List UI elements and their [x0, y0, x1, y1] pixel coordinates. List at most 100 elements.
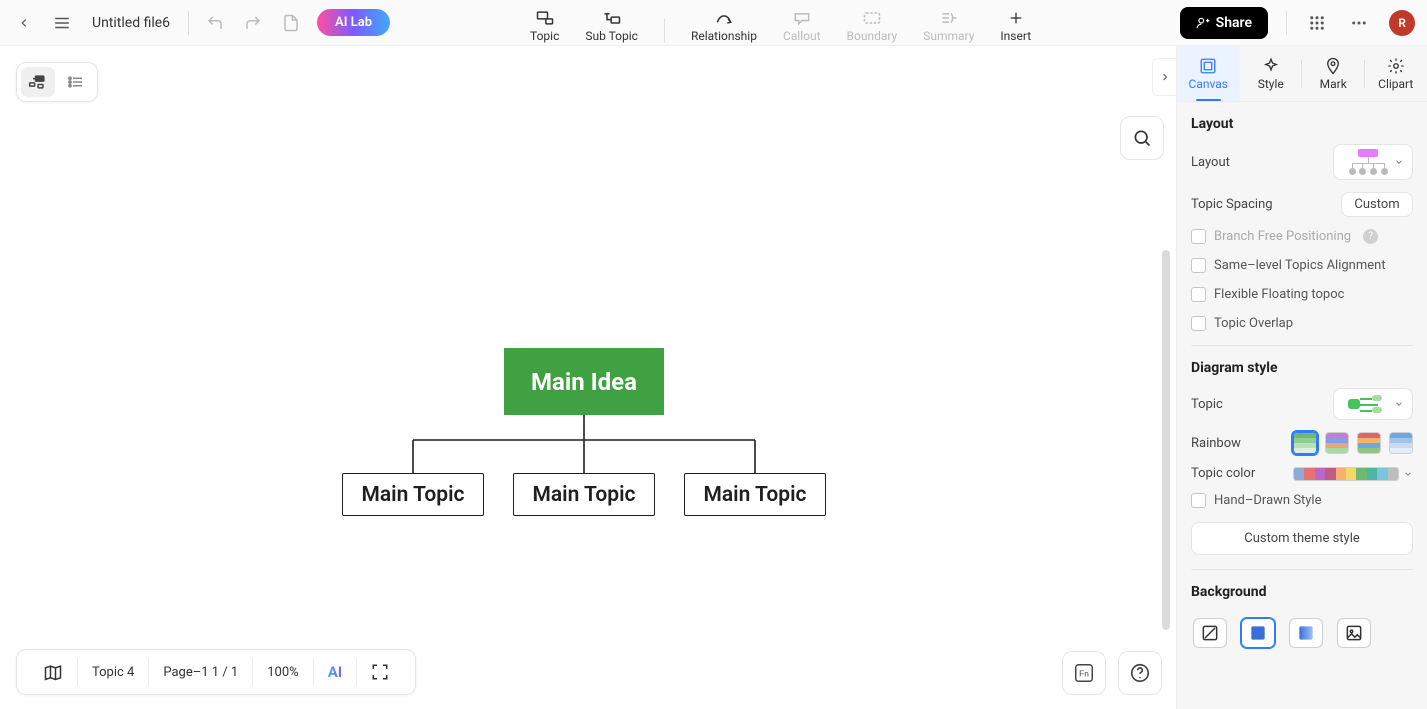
canvas[interactable]: Main Idea Main Topic Main Topic Main Top… [0, 46, 1176, 709]
section-diagram-style: Diagram style Topic Rainbow [1191, 345, 1413, 555]
plus-icon [1008, 9, 1024, 27]
history-button[interactable] [279, 11, 303, 35]
checkbox-label: Branch Free Positioning [1214, 229, 1351, 244]
outline-view-icon [67, 74, 85, 90]
bg-image[interactable] [1337, 618, 1371, 648]
ai-label: AI [328, 663, 342, 681]
zoom-level[interactable]: 100% [253, 650, 312, 694]
function-key-button[interactable]: Fn [1062, 651, 1106, 695]
panel-collapse-button[interactable] [1152, 58, 1176, 96]
bottom-right-actions: Fn [1062, 651, 1162, 695]
topic-color-bar[interactable] [1293, 467, 1399, 481]
tool-summary: Summary [923, 9, 974, 43]
help-button[interactable] [1118, 651, 1162, 695]
status-bar: Topic 4 Page–1 1 / 1 100% AI [16, 649, 416, 695]
topic-node[interactable]: Main Topic [684, 473, 826, 516]
topbar-right: Share R [1180, 7, 1415, 39]
checkbox[interactable] [1191, 316, 1206, 331]
search-button[interactable] [1120, 116, 1164, 160]
rainbow-label: Rainbow [1191, 436, 1241, 451]
ai-button[interactable]: AI [314, 650, 356, 694]
checkbox[interactable] [1191, 258, 1206, 273]
checkbox-overlap[interactable]: Topic Overlap [1191, 316, 1413, 331]
info-icon[interactable]: ? [1363, 229, 1378, 244]
gradient-icon [1296, 623, 1316, 643]
row-spacing: Topic Spacing Custom [1191, 192, 1413, 217]
topic-node[interactable]: Main Topic [513, 473, 655, 516]
user-avatar[interactable]: R [1389, 10, 1415, 36]
tool-label: Topic [530, 29, 559, 43]
tool-label: Sub Topic [585, 29, 638, 43]
rainbow-swatch[interactable] [1389, 432, 1413, 454]
checkbox-same-level[interactable]: Same–level Topics Alignment [1191, 258, 1413, 273]
mindmap-view-icon [28, 74, 48, 90]
redo-button[interactable] [241, 11, 265, 35]
chevron-down-icon[interactable] [1403, 469, 1413, 479]
right-panel: Canvas Style Mark Clipart Layout Layout [1176, 46, 1427, 709]
spacing-label: Topic Spacing [1191, 197, 1273, 212]
bg-none[interactable] [1193, 618, 1227, 648]
checkbox-branch-free[interactable]: Branch Free Positioning ? [1191, 229, 1413, 244]
tab-clipart[interactable]: Clipart [1365, 46, 1427, 101]
tab-label: Mark [1320, 77, 1347, 91]
tab-canvas[interactable]: Canvas [1177, 46, 1240, 101]
topic-style-select[interactable] [1333, 388, 1413, 420]
page-indicator[interactable]: Page–1 1 / 1 [149, 650, 252, 694]
top-bar: Untitled file6 AI Lab Topic Sub Topic Re… [0, 0, 1427, 46]
rainbow-swatch[interactable] [1357, 432, 1381, 454]
section-background: Background [1191, 569, 1413, 654]
relationship-icon [714, 9, 734, 27]
rainbow-swatch[interactable] [1325, 432, 1349, 454]
checkbox[interactable] [1191, 287, 1206, 302]
checkbox-label: Topic Overlap [1214, 316, 1293, 331]
subtopic-icon [602, 9, 622, 27]
bg-gradient[interactable] [1289, 618, 1323, 648]
canvas-icon [1199, 57, 1217, 75]
back-button[interactable] [12, 11, 36, 35]
checkbox-handdrawn[interactable]: Hand–Drawn Style [1191, 493, 1413, 508]
ai-lab-button[interactable]: AI Lab [317, 9, 390, 36]
bg-solid[interactable] [1241, 618, 1275, 648]
tab-label: Style [1258, 77, 1284, 91]
tool-label: Insert [1000, 29, 1031, 43]
file-name[interactable]: Untitled file6 [88, 15, 174, 31]
tool-relationship[interactable]: Relationship [691, 9, 757, 43]
row-topic-style: Topic [1191, 388, 1413, 420]
vertical-scrollbar[interactable] [1162, 250, 1170, 630]
tool-insert[interactable]: Insert [1000, 9, 1031, 43]
apps-grid-button[interactable] [1305, 11, 1329, 35]
checkbox[interactable] [1191, 493, 1206, 508]
view-mode-toggle [16, 62, 98, 102]
rainbow-swatch[interactable] [1293, 432, 1317, 454]
root-node[interactable]: Main Idea [504, 348, 664, 415]
view-outline-button[interactable] [59, 67, 93, 97]
topic-node[interactable]: Main Topic [342, 473, 484, 516]
more-menu-button[interactable] [1347, 11, 1371, 35]
row-rainbow: Rainbow [1191, 432, 1413, 454]
none-icon [1200, 623, 1220, 643]
fullscreen-icon [371, 663, 389, 681]
topic-count[interactable]: Topic 4 [78, 650, 148, 694]
checkbox-label: Hand–Drawn Style [1214, 493, 1322, 508]
fullscreen-button[interactable] [357, 650, 403, 694]
hamburger-menu-button[interactable] [50, 11, 74, 35]
divider [188, 11, 189, 35]
map-overview-button[interactable] [29, 650, 77, 694]
panel-body: Layout Layout Topic Spacing [1177, 102, 1427, 709]
spacing-value: Custom [1354, 197, 1399, 212]
custom-theme-button[interactable]: Custom theme style [1191, 522, 1413, 555]
tool-topic[interactable]: Topic [530, 9, 559, 43]
section-title-background: Background [1191, 584, 1413, 600]
tab-mark[interactable]: Mark [1302, 46, 1365, 101]
tab-style[interactable]: Style [1240, 46, 1303, 101]
checkbox-flexible[interactable]: Flexible Floating topoc [1191, 287, 1413, 302]
view-mindmap-button[interactable] [21, 67, 55, 97]
spacing-select[interactable]: Custom [1341, 192, 1413, 217]
boundary-icon [862, 9, 882, 27]
share-button[interactable]: Share [1180, 7, 1268, 39]
undo-button[interactable] [203, 11, 227, 35]
tool-subtopic[interactable]: Sub Topic [585, 9, 638, 43]
tool-label: Boundary [847, 29, 898, 43]
checkbox[interactable] [1191, 229, 1206, 244]
layout-select[interactable] [1333, 144, 1413, 180]
